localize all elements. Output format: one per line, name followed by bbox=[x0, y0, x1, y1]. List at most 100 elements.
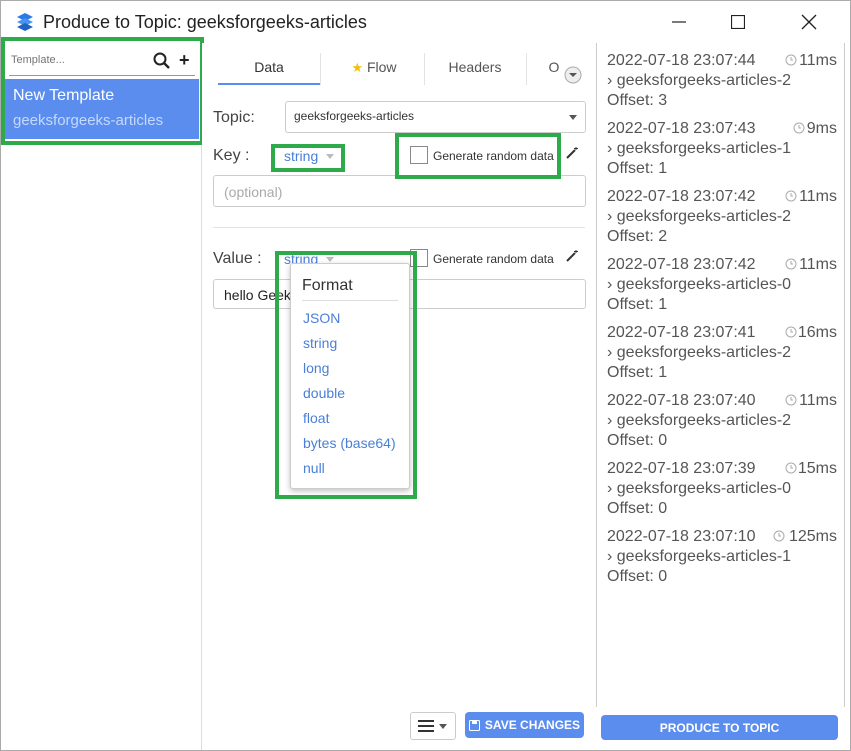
list-item[interactable]: 2022-07-18 23:07:41 16ms › geeksforgeeks… bbox=[607, 324, 837, 392]
chevron-down-icon bbox=[569, 115, 577, 120]
message-offset: Offset: 3 bbox=[607, 92, 668, 109]
message-topic: › geeksforgeeks-articles-0 bbox=[607, 276, 792, 293]
list-item[interactable]: 2022-07-18 23:07:42 11ms › geeksforgeeks… bbox=[607, 188, 837, 256]
list-item[interactable]: 2022-07-18 23:07:42 11ms › geeksforgeeks… bbox=[607, 256, 837, 324]
clock-icon bbox=[785, 394, 797, 406]
topic-select-value: geeksforgeeks-articles bbox=[294, 109, 415, 123]
template-sidebar: + New Template geeksforgeeks-articles bbox=[1, 43, 202, 750]
message-duration: 16ms bbox=[797, 324, 837, 341]
key-label: Key : bbox=[213, 147, 250, 164]
list-item[interactable]: 2022-07-18 23:07:44 11ms › geeksforgeeks… bbox=[607, 52, 837, 120]
magic-wand-icon[interactable] bbox=[565, 146, 579, 160]
list-item[interactable]: 2022-07-18 23:07:10 125ms › geeksforgeek… bbox=[607, 528, 837, 596]
menu-button[interactable] bbox=[410, 712, 456, 740]
window-title: Produce to Topic: geeksforgeeks-articles bbox=[43, 12, 367, 32]
clock-icon bbox=[785, 258, 797, 270]
chevron-down-icon bbox=[439, 724, 447, 729]
clock-icon bbox=[785, 326, 797, 338]
tab-divider bbox=[320, 53, 321, 85]
message-offset: Offset: 0 bbox=[607, 500, 668, 517]
tabs-more-icon[interactable] bbox=[564, 66, 582, 84]
minimize-button[interactable] bbox=[656, 7, 702, 37]
list-item[interactable]: 2022-07-18 23:07:39 15ms › geeksforgeeks… bbox=[607, 460, 837, 528]
message-duration: 9ms bbox=[806, 120, 837, 137]
message-topic-name: geeksforgeeks-articles-0 bbox=[616, 276, 792, 293]
tab-overflow[interactable]: O bbox=[544, 53, 564, 83]
message-topic-name: geeksforgeeks-articles-1 bbox=[616, 548, 792, 565]
highlight-box-key-format bbox=[271, 144, 345, 172]
tab-flow-label: Flow bbox=[366, 59, 397, 75]
topic-select[interactable]: geeksforgeeks-articles bbox=[285, 101, 586, 133]
message-timestamp: 2022-07-18 23:07:40 bbox=[607, 392, 756, 409]
message-timestamp: 2022-07-18 23:07:10 bbox=[607, 528, 756, 545]
message-timestamp: 2022-07-18 23:07:42 bbox=[607, 256, 756, 273]
list-item[interactable]: 2022-07-18 23:07:43 9ms › geeksforgeeks-… bbox=[607, 120, 837, 188]
section-divider bbox=[213, 227, 585, 228]
message-offset: Offset: 0 bbox=[607, 432, 668, 449]
message-duration: 11ms bbox=[799, 392, 837, 409]
topic-label: Topic: bbox=[213, 109, 255, 126]
produce-to-topic-label: PRODUCE TO TOPIC bbox=[659, 720, 780, 735]
list-item[interactable]: 2022-07-18 23:07:40 11ms › geeksforgeeks… bbox=[607, 392, 837, 460]
save-changes-label: SAVE CHANGES bbox=[484, 718, 581, 732]
message-timestamp: 2022-07-18 23:07:39 bbox=[607, 460, 756, 477]
message-offset: Offset: 1 bbox=[607, 364, 668, 381]
tab-flow[interactable]: ★ Flow bbox=[324, 53, 424, 83]
message-offset: Offset: 1 bbox=[607, 296, 668, 313]
clock-icon bbox=[785, 462, 797, 474]
message-topic: › geeksforgeeks-articles-0 bbox=[607, 480, 792, 497]
produce-to-topic-button[interactable]: PRODUCE TO TOPIC bbox=[601, 715, 838, 740]
message-timestamp: 2022-07-18 23:07:41 bbox=[607, 324, 756, 341]
message-duration: 11ms bbox=[799, 52, 837, 69]
close-button[interactable] bbox=[786, 7, 832, 37]
message-offset: Offset: 2 bbox=[607, 228, 668, 245]
message-duration: 11ms bbox=[799, 256, 837, 273]
tab-divider bbox=[424, 53, 425, 85]
message-topic: › geeksforgeeks-articles-2 bbox=[607, 412, 792, 429]
message-topic-name: geeksforgeeks-articles-2 bbox=[616, 344, 792, 361]
message-timestamp: 2022-07-18 23:07:43 bbox=[607, 120, 756, 137]
value-random-label: Generate random data bbox=[433, 252, 554, 266]
save-changes-button[interactable]: SAVE CHANGES bbox=[465, 712, 584, 738]
message-topic: › geeksforgeeks-articles-1 bbox=[607, 140, 792, 157]
highlight-box-format-menu bbox=[275, 251, 417, 499]
tab-headers[interactable]: Headers bbox=[426, 53, 524, 83]
tab-data-label: Data bbox=[254, 59, 284, 75]
value-label: Value : bbox=[213, 250, 262, 267]
message-duration: 11ms bbox=[799, 188, 837, 205]
message-topic: › geeksforgeeks-articles-1 bbox=[607, 548, 792, 565]
message-timestamp: 2022-07-18 23:07:42 bbox=[607, 188, 756, 205]
tab-headers-label: Headers bbox=[448, 59, 502, 75]
star-icon: ★ bbox=[351, 60, 364, 75]
clock-icon bbox=[793, 122, 805, 134]
maximize-button[interactable] bbox=[715, 7, 761, 37]
message-topic-name: geeksforgeeks-articles-1 bbox=[616, 140, 792, 157]
clock-icon bbox=[785, 190, 797, 202]
clock-icon bbox=[773, 530, 785, 542]
message-topic: › geeksforgeeks-articles-2 bbox=[607, 344, 792, 361]
message-offset: Offset: 0 bbox=[607, 568, 668, 585]
save-icon bbox=[468, 719, 480, 731]
message-topic-name: geeksforgeeks-articles-0 bbox=[616, 480, 792, 497]
magic-wand-icon[interactable] bbox=[565, 249, 579, 263]
message-topic-name: geeksforgeeks-articles-2 bbox=[616, 412, 792, 429]
clock-icon bbox=[785, 54, 797, 66]
message-timestamp: 2022-07-18 23:07:44 bbox=[607, 52, 756, 69]
message-duration: 15ms bbox=[797, 460, 837, 477]
key-input-placeholder: (optional) bbox=[224, 184, 283, 200]
key-input[interactable]: (optional) bbox=[213, 175, 586, 207]
message-log: 2022-07-18 23:07:44 11ms › geeksforgeeks… bbox=[596, 43, 845, 707]
app-logo-icon bbox=[17, 13, 33, 31]
message-topic: › geeksforgeeks-articles-2 bbox=[607, 72, 792, 89]
tab-data[interactable]: Data bbox=[218, 53, 320, 85]
menu-icon bbox=[418, 720, 434, 732]
tab-divider bbox=[526, 53, 527, 85]
message-topic: › geeksforgeeks-articles-2 bbox=[607, 208, 792, 225]
highlight-box-templates bbox=[1, 37, 204, 145]
message-topic-name: geeksforgeeks-articles-2 bbox=[616, 72, 792, 89]
produce-window: Produce to Topic: geeksforgeeks-articles… bbox=[0, 0, 851, 751]
close-icon bbox=[801, 14, 817, 30]
message-topic-name: geeksforgeeks-articles-2 bbox=[616, 208, 792, 225]
highlight-box-random bbox=[395, 133, 561, 179]
tab-overflow-label: O bbox=[548, 59, 560, 75]
